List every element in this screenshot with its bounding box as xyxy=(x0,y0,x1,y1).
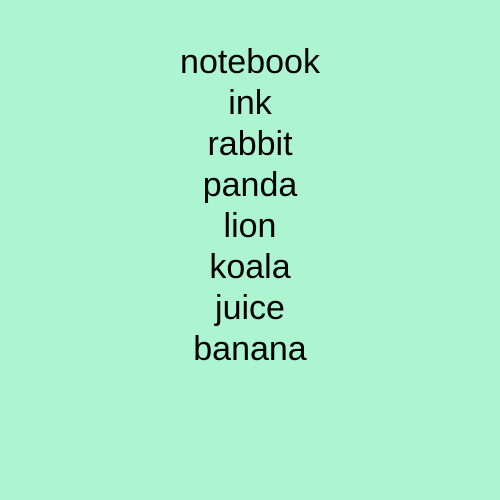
word-item: koala xyxy=(209,248,291,286)
word-item: rabbit xyxy=(207,125,293,163)
word-item: notebook xyxy=(180,43,320,81)
word-item: juice xyxy=(215,289,285,327)
word-item: lion xyxy=(223,207,277,245)
word-item: panda xyxy=(202,166,298,204)
word-item: ink xyxy=(228,84,272,122)
word-list: notebook ink rabbit panda lion koala jui… xyxy=(0,42,500,370)
word-item: banana xyxy=(193,330,307,368)
